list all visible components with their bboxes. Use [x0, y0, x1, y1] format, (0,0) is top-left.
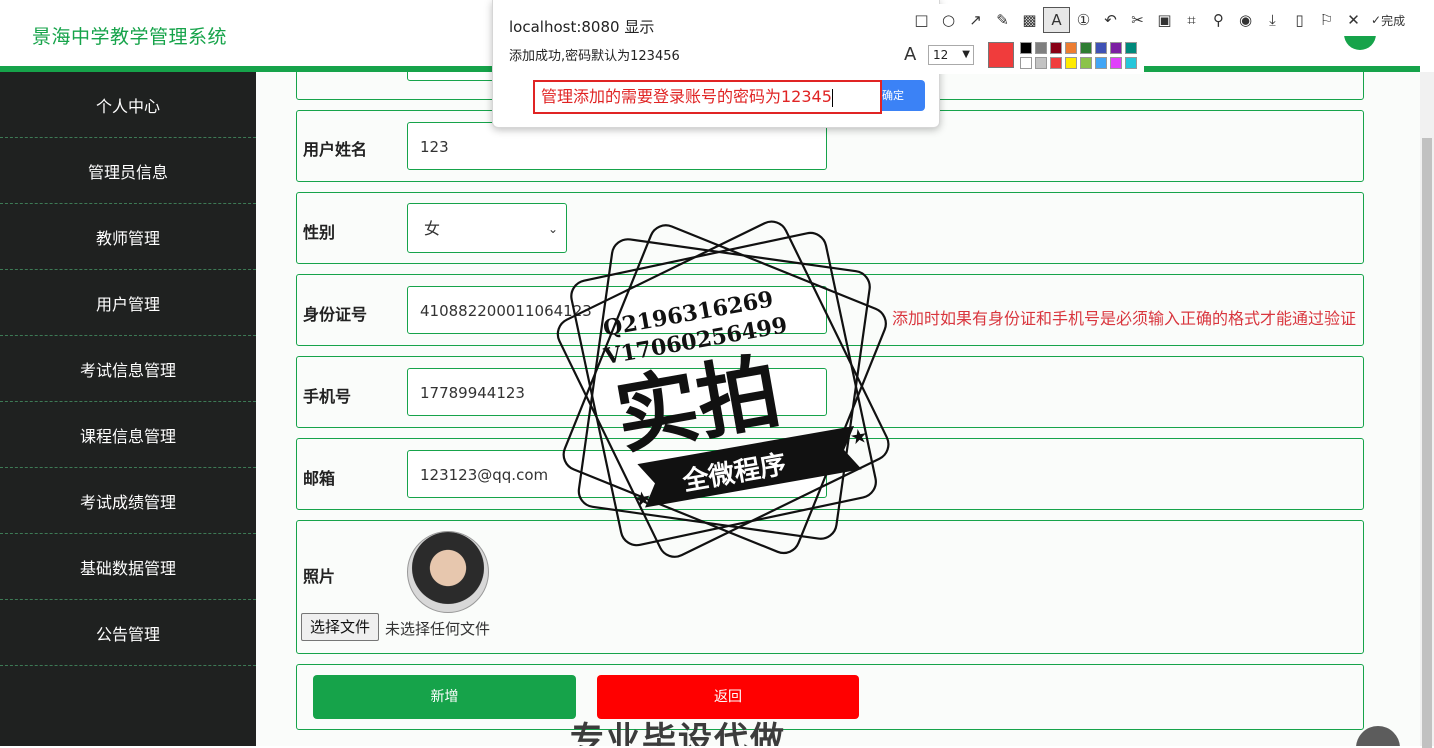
sidebar-item-user-management[interactable]: 用户管理 [0, 270, 256, 336]
gender-select-value: 女 [424, 219, 441, 238]
color-swatch[interactable] [1095, 42, 1107, 54]
sidebar-item-course-info[interactable]: 课程信息管理 [0, 402, 256, 468]
sidebar-item-exam-scores[interactable]: 考试成绩管理 [0, 468, 256, 534]
star-icon: ★ [632, 485, 654, 512]
number-marker-icon[interactable]: ① [1070, 7, 1097, 33]
download-icon[interactable]: ⤓ [1259, 7, 1286, 33]
app-title: 景海中学教学管理系统 [32, 26, 228, 48]
bookmark-icon[interactable]: ⚐ [1313, 7, 1340, 33]
chevron-down-icon: ▼ [962, 49, 970, 60]
watermark-stamp: Q2196316269 V17060256499 实拍 全微程序 ★ ★ [556, 220, 890, 558]
sidebar-item-label: 考试成绩管理 [79, 492, 176, 512]
text-tool-icon[interactable]: A [1043, 7, 1070, 33]
cut-icon[interactable]: ✂ [1124, 7, 1151, 33]
sidebar-item-announcements[interactable]: 公告管理 [0, 600, 256, 666]
sidebar-item-base-data[interactable]: 基础数据管理 [0, 534, 256, 600]
screenshot-toolbar: □ ○ ↗ ✎ ▩ A ① ↶ ✂ ▣ ⌗ ⚲ ◉ ⤓ ▯ ⚐ ✕ ✓ 完成 [900, 4, 1434, 36]
color-swatch[interactable] [1125, 57, 1137, 69]
mosaic-icon[interactable]: ▩ [1016, 7, 1043, 33]
rectangle-icon[interactable]: □ [908, 7, 935, 33]
name-label: 用户姓名 [303, 140, 368, 159]
current-color-swatch[interactable] [988, 42, 1014, 68]
color-swatch[interactable] [1035, 57, 1047, 69]
sidebar-item-label: 考试信息管理 [79, 360, 176, 380]
sidebar-item-label: 基础数据管理 [79, 558, 176, 578]
sidebar-item-teacher-management[interactable]: 教师管理 [0, 204, 256, 270]
add-button[interactable]: 新增 [313, 675, 576, 719]
color-swatch[interactable] [1020, 42, 1032, 54]
page-scrollbar[interactable] [1420, 72, 1434, 748]
gender-select[interactable]: 女 ⌄ [407, 203, 567, 253]
sidebar-item-personal-center[interactable]: 个人中心 [0, 72, 256, 138]
scrollbar-thumb[interactable] [1422, 138, 1432, 748]
color-swatch[interactable] [1125, 42, 1137, 54]
validation-hint: 添加时如果有身份证和手机号是必须输入正确的格式才能通过验证 [892, 309, 1357, 328]
annotation-text: 管理添加的需要登录账号的密码为12345 [541, 87, 832, 106]
ocr-icon[interactable]: ⌗ [1178, 7, 1205, 33]
text-style-toolbar: A 12 ▼ [900, 36, 1144, 74]
color-swatch[interactable] [1065, 42, 1077, 54]
sidebar-item-label: 公告管理 [95, 624, 160, 644]
annotation-textbox[interactable]: 管理添加的需要登录账号的密码为12345 [533, 80, 882, 114]
photo-label: 照片 [303, 567, 336, 586]
arrow-icon[interactable]: ↗ [962, 7, 989, 33]
gender-label: 性别 [303, 223, 336, 242]
photo-preview [407, 531, 489, 613]
text-cursor [831, 88, 833, 107]
phone-icon[interactable]: ▯ [1286, 7, 1313, 33]
color-swatch[interactable] [1110, 57, 1122, 69]
color-swatch[interactable] [1095, 57, 1107, 69]
translate-icon[interactable]: ▣ [1151, 7, 1178, 33]
dialog-message: 添加成功,密码默认为123456 [509, 49, 680, 64]
color-swatch[interactable] [1050, 57, 1062, 69]
color-swatch[interactable] [1080, 57, 1092, 69]
id-label: 身份证号 [303, 305, 368, 324]
sidebar-item-label: 教师管理 [95, 228, 160, 248]
color-swatch[interactable] [1020, 57, 1032, 69]
done-button[interactable]: ✓ 完成 [1367, 7, 1409, 33]
star-icon: ★ [848, 423, 870, 450]
sidebar-item-label: 课程信息管理 [79, 426, 176, 446]
form-row-actions: 新增 返回 [296, 664, 1364, 730]
dialog-origin: localhost:8080 显示 [509, 18, 655, 36]
pin-icon[interactable]: ⚲ [1205, 7, 1232, 33]
sidebar-item-label: 用户管理 [95, 294, 160, 314]
ellipse-icon[interactable]: ○ [935, 7, 962, 33]
sidebar: 个人中心 管理员信息 教师管理 用户管理 考试信息管理 课程信息管理 考试成绩管… [0, 72, 256, 746]
name-field[interactable]: 123 [407, 122, 827, 170]
file-status-text: 未选择任何文件 [385, 620, 491, 638]
sidebar-item-exam-info[interactable]: 考试信息管理 [0, 336, 256, 402]
color-swatch[interactable] [1035, 42, 1047, 54]
sidebar-item-label: 管理员信息 [87, 162, 168, 182]
font-size-select[interactable]: 12 ▼ [928, 45, 974, 65]
pencil-icon[interactable]: ✎ [989, 7, 1016, 33]
color-swatch[interactable] [1050, 42, 1062, 54]
done-label: 完成 [1381, 13, 1406, 28]
color-swatch[interactable] [1110, 42, 1122, 54]
undo-icon[interactable]: ↶ [1097, 7, 1124, 33]
close-icon[interactable]: ✕ [1340, 7, 1367, 33]
phone-label: 手机号 [303, 387, 352, 406]
watermark-bottom-text: 专业毕设代做 [570, 720, 786, 746]
color-swatch[interactable] [1080, 42, 1092, 54]
email-label: 邮箱 [303, 469, 336, 488]
color-swatch[interactable] [1065, 57, 1077, 69]
sidebar-item-label: 个人中心 [95, 96, 160, 116]
choose-file-button[interactable]: 选择文件 [301, 613, 380, 641]
check-icon: ✓ [1371, 13, 1382, 27]
sidebar-item-admin-info[interactable]: 管理员信息 [0, 138, 256, 204]
font-icon: A [904, 44, 917, 65]
record-icon[interactable]: ◉ [1232, 7, 1259, 33]
font-size-value: 12 [933, 48, 949, 62]
